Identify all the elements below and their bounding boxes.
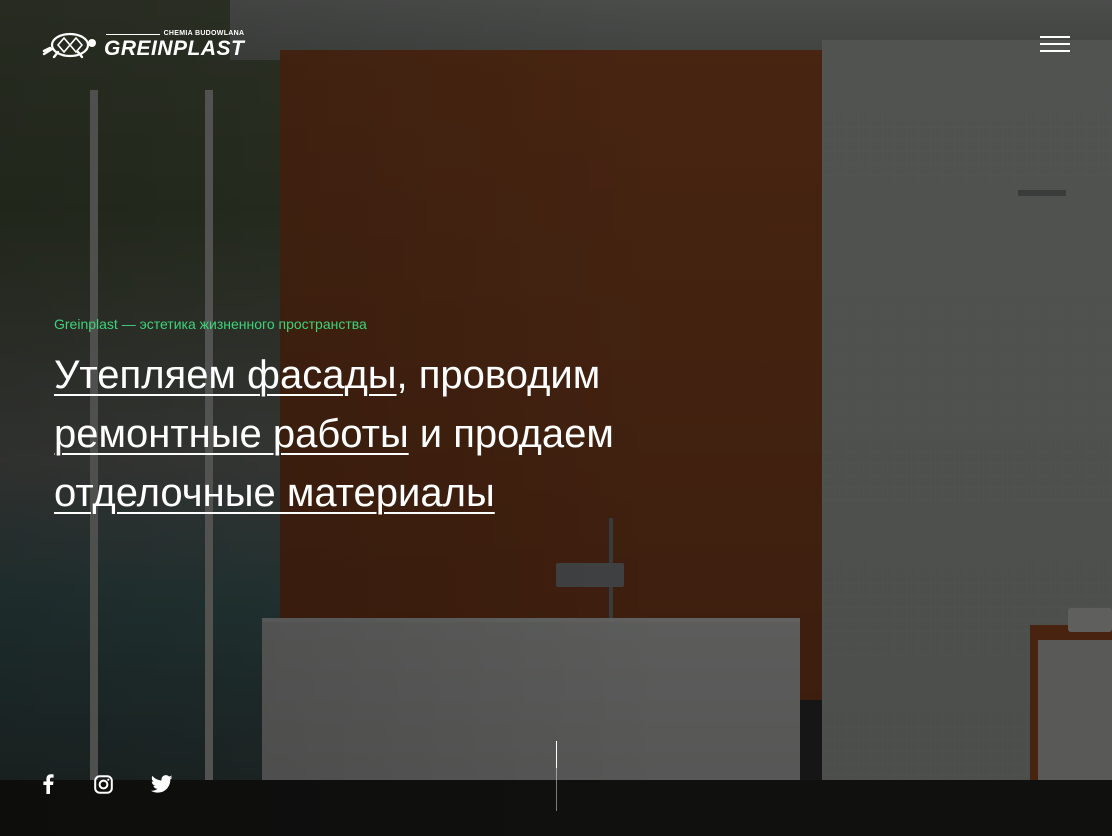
scroll-indicator-thumb xyxy=(556,741,557,768)
logo-divider xyxy=(105,33,160,35)
hero-headline: Утепляем фасады, проводим ремонтные работ… xyxy=(54,346,754,523)
facebook-icon[interactable] xyxy=(36,772,60,796)
headline-text-1: , проводим xyxy=(396,353,601,397)
repair-works-link[interactable]: ремонтные работы xyxy=(54,412,409,456)
twitter-icon[interactable] xyxy=(150,772,174,796)
logo-brand: GREINPLAST xyxy=(104,37,245,60)
hero-tagline: Greinplast — эстетика жизненного простра… xyxy=(54,316,367,332)
finishing-materials-link[interactable]: отделочные материалы xyxy=(54,471,495,515)
logo-link[interactable]: CHEMIA BUDOWLANA GREINPLAST xyxy=(42,28,254,62)
headline-text-2: и продаем xyxy=(408,412,614,456)
logo-text: CHEMIA BUDOWLANA GREINPLAST xyxy=(104,30,244,60)
hamburger-menu-icon[interactable] xyxy=(1040,34,1070,54)
facades-link[interactable]: Утепляем фасады xyxy=(54,353,397,397)
instagram-icon[interactable] xyxy=(91,772,115,796)
turtle-logo-icon xyxy=(42,32,96,59)
hero-section: CHEMIA BUDOWLANA GREINPLAST Greinplast —… xyxy=(0,0,1112,836)
